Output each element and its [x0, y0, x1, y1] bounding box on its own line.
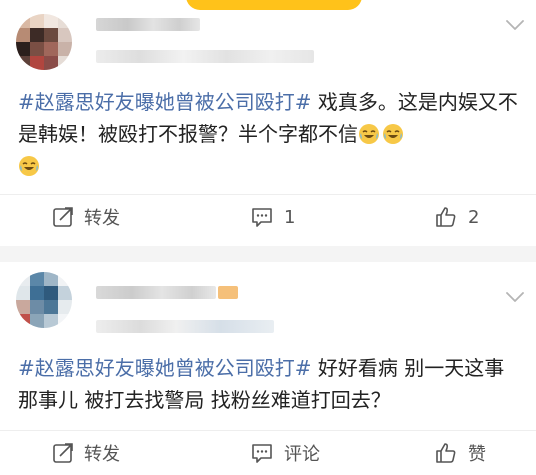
post-action-bar: 转发 1 2: [0, 194, 536, 239]
topic-link[interactable]: #赵露思好友曝她曾被公司殴打#: [18, 356, 312, 380]
repost-button[interactable]: 转发: [52, 431, 120, 475]
comment-count: 1: [284, 206, 296, 228]
comment-label: 评论: [284, 444, 320, 465]
like-label: 赞: [468, 444, 486, 465]
laughing-tears-emoji-icon: [383, 124, 403, 144]
like-button[interactable]: 2: [434, 195, 479, 239]
feed-post-1[interactable]: #赵露思好友曝她曾被公司殴打# 戏真多。这是内娱又不是韩娱！被殴打不报警？半个字…: [0, 0, 536, 246]
repost-icon: [53, 443, 73, 463]
post-content: #赵露思好友曝她曾被公司殴打# 好好看病 别一天这事那事儿 被打去找警局 找粉丝…: [18, 352, 524, 416]
comment-icon: [252, 208, 272, 227]
like-icon: [436, 443, 456, 463]
like-button[interactable]: 赞: [434, 431, 486, 475]
post-meta-blurred: [96, 320, 274, 333]
repost-label: 转发: [84, 208, 120, 229]
like-count: 2: [468, 206, 480, 228]
laughing-tears-emoji-icon: [359, 124, 379, 144]
username-blurred[interactable]: [96, 286, 216, 299]
avatar[interactable]: [16, 272, 72, 328]
repost-label: 转发: [84, 444, 120, 465]
comment-button[interactable]: 评论: [250, 431, 320, 475]
feed-divider: [0, 246, 536, 262]
topic-link[interactable]: #赵露思好友曝她曾被公司殴打#: [18, 90, 312, 114]
like-icon: [436, 207, 456, 227]
post-meta-blurred: [96, 50, 314, 63]
feed-post-2[interactable]: #赵露思好友曝她曾被公司殴打# 好好看病 别一天这事那事儿 被打去找警局 找粉丝…: [0, 262, 536, 465]
comment-button[interactable]: 1: [250, 195, 295, 239]
repost-icon: [53, 207, 73, 227]
laughing-tears-emoji-icon: [19, 156, 39, 176]
chevron-down-icon[interactable]: [504, 286, 526, 308]
username-blurred[interactable]: [96, 18, 200, 31]
avatar[interactable]: [16, 14, 72, 70]
new-posts-banner[interactable]: [186, 0, 362, 10]
chevron-down-icon[interactable]: [504, 14, 526, 36]
post-content: #赵露思好友曝她曾被公司殴打# 戏真多。这是内娱又不是韩娱！被殴打不报警？半个字…: [18, 86, 524, 182]
comment-icon: [252, 444, 272, 463]
user-badge-blurred: [218, 286, 238, 299]
post-action-bar: 转发 评论 赞: [0, 430, 536, 475]
repost-button[interactable]: 转发: [52, 195, 120, 239]
